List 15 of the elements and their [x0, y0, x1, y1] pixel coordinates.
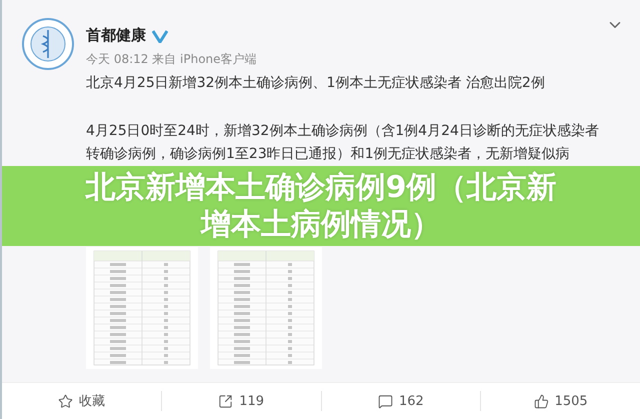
share-icon — [218, 394, 234, 408]
banner-title: 北京新增本土确诊病例9例（北京新增本土病例情况） — [84, 169, 558, 243]
star-icon — [58, 394, 73, 408]
thumbs-up-icon — [534, 394, 549, 408]
comment-action[interactable]: 162 — [322, 383, 480, 419]
comment-icon — [378, 394, 393, 408]
post-meta: 今天 08:12 来自 iPhone客户端 — [86, 51, 258, 68]
post-text: 转确诊病例，确诊病例1至23昨日已通报）和1例无症状感染者，无新增疑似病 — [86, 145, 571, 163]
share-action[interactable]: 119 — [162, 383, 320, 419]
star-action[interactable]: 收藏 — [2, 383, 161, 419]
avatar-icon[interactable] — [22, 18, 74, 70]
author-name[interactable]: 首都健康 — [86, 26, 146, 45]
post-text: 4月25日0时至24时，新增32例本土确诊病例（含1例4月24日诊断的无症状感染者 — [86, 122, 600, 140]
post-headline: 北京4月25日新增32例本土确诊病例、1例本土无症状感染者 治愈出院2例 — [86, 74, 546, 92]
like-action[interactable]: 1505 — [481, 383, 640, 419]
